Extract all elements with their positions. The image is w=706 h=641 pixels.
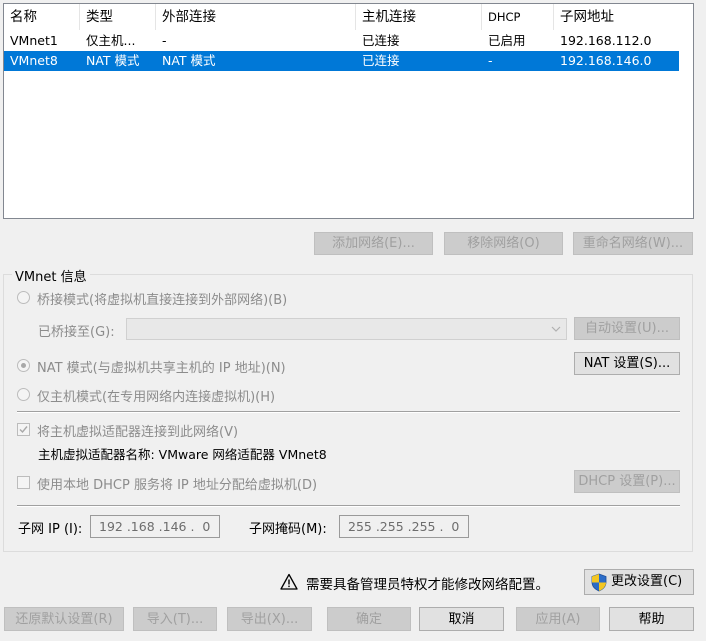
connect-host-adapter-label: 将主机虚拟适配器连接到此网络(V) [37, 425, 239, 440]
column-header-dhcp[interactable]: DHCP [482, 4, 554, 30]
cell-dhcp: 已启用 [488, 33, 526, 48]
bridge-mode-label: 桥接模式(将虚拟机直接连接到外部网络)(B) [37, 293, 288, 308]
host-only-label: 仅主机模式(在专用网络内连接虚拟机)(H) [37, 390, 276, 405]
add-network-button[interactable]: 添加网络(E)... [314, 232, 433, 255]
network-list[interactable]: 名称 类型 外部连接 主机连接 DHCP 子网地址 VMnet1 仅主机... … [3, 3, 694, 219]
checkmark-icon [19, 426, 28, 434]
bridge-mode-radio[interactable] [17, 291, 30, 304]
cell-subnet: 192.168.112.0 [560, 33, 652, 48]
cell-host: 已连接 [362, 53, 400, 68]
uac-shield-icon [590, 573, 608, 592]
host-adapter-name: 主机虚拟适配器名称: VMware 网络适配器 VMnet8 [38, 447, 327, 462]
auto-settings-button[interactable]: 自动设置(U)... [574, 317, 680, 340]
column-header-external[interactable]: 外部连接 [156, 4, 356, 30]
dhcp-settings-button[interactable]: DHCP 设置(P)... [574, 470, 680, 493]
export-button[interactable]: 导出(X)... [227, 607, 312, 631]
bridged-to-select[interactable] [126, 318, 567, 340]
nat-settings-button[interactable]: NAT 设置(S)... [574, 352, 680, 375]
cell-external: NAT 模式 [162, 53, 216, 68]
table-row[interactable]: VMnet1 仅主机... - 已连接 已启用 192.168.112.0 [4, 31, 679, 51]
cell-host: 已连接 [362, 33, 400, 48]
cell-name: VMnet8 [10, 53, 58, 68]
column-header-name[interactable]: 名称 [4, 4, 80, 30]
nat-mode-radio[interactable] [17, 359, 30, 372]
vmnet-info-group: VMnet 信息 [3, 266, 693, 552]
subnet-mask-label: 子网掩码(M): [249, 522, 327, 537]
table-row-selected[interactable]: VMnet8 NAT 模式 NAT 模式 已连接 - 192.168.146.0 [4, 51, 679, 71]
connect-host-adapter-checkbox[interactable] [17, 423, 30, 436]
cell-external: - [162, 33, 167, 48]
bridged-to-label: 已桥接至(G): [38, 325, 115, 340]
apply-button[interactable]: 应用(A) [516, 607, 600, 631]
remove-network-button[interactable]: 移除网络(O) [444, 232, 563, 255]
column-header-host[interactable]: 主机连接 [356, 4, 482, 30]
rename-network-button[interactable]: 重命名网络(W)... [573, 232, 693, 255]
group-title: VMnet 信息 [12, 266, 90, 285]
cell-dhcp: - [488, 53, 493, 68]
warning-icon [280, 573, 298, 591]
change-settings-label: 更改设置(C) [611, 574, 683, 589]
table-header: 名称 类型 外部连接 主机连接 DHCP 子网地址 [4, 4, 693, 30]
subnet-ip-label: 子网 IP (I): [18, 522, 83, 537]
use-dhcp-label: 使用本地 DHCP 服务将 IP 地址分配给虚拟机(D) [37, 478, 318, 493]
ok-button[interactable]: 确定 [327, 607, 411, 631]
nat-mode-label: NAT 模式(与虚拟机共享主机的 IP 地址)(N) [37, 361, 286, 376]
divider [17, 411, 680, 413]
import-button[interactable]: 导入(T)... [133, 607, 217, 631]
cell-name: VMnet1 [10, 33, 58, 48]
use-dhcp-checkbox[interactable] [17, 476, 30, 489]
column-header-subnet[interactable]: 子网地址 [554, 4, 680, 30]
host-only-radio[interactable] [17, 388, 30, 401]
cancel-button[interactable]: 取消 [419, 607, 504, 631]
cell-type: NAT 模式 [86, 53, 140, 68]
help-button[interactable]: 帮助 [609, 607, 694, 631]
chevron-down-icon [550, 323, 562, 335]
admin-warning-text: 需要具备管理员特权才能修改网络配置。 [306, 577, 549, 593]
column-header-type[interactable]: 类型 [80, 4, 156, 30]
cell-subnet: 192.168.146.0 [560, 53, 652, 68]
divider [17, 505, 680, 507]
subnet-ip-input[interactable]: 192 .168 .146 . 0 [90, 515, 220, 538]
cell-type: 仅主机... [86, 33, 136, 48]
restore-defaults-button[interactable]: 还原默认设置(R) [4, 607, 124, 631]
subnet-mask-input[interactable]: 255 .255 .255 . 0 [339, 515, 469, 538]
change-settings-button[interactable]: 更改设置(C) [584, 569, 694, 595]
